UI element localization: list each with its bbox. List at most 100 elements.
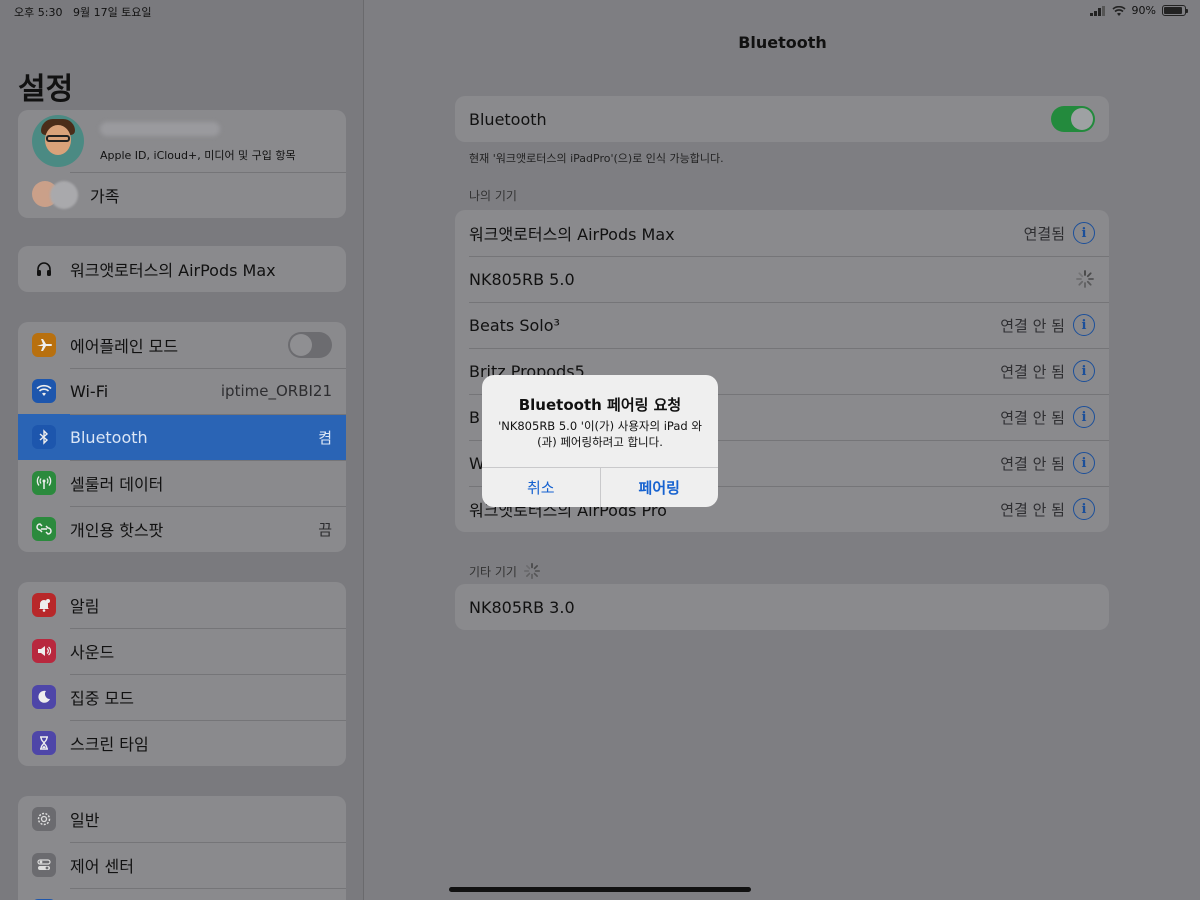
hotspot-state: 끔 [318, 520, 332, 539]
bluetooth-icon [32, 425, 56, 449]
sidebar-item-label: 에어플레인 모드 [70, 337, 179, 356]
pair-button[interactable]: 페어링 [599, 468, 719, 507]
family-avatars [32, 181, 78, 209]
discoverable-note: 현재 '워크앳로터스의 iPadPro'(으)로 인식 가능합니다. [469, 152, 724, 165]
battery-icon [1162, 5, 1188, 16]
bluetooth-toggle-row: Bluetooth [455, 96, 1109, 142]
alert-buttons: 취소 페어링 [482, 467, 718, 507]
info-icon[interactable]: i [1073, 406, 1095, 428]
sidebar-item-label: 사운드 [70, 643, 115, 662]
pairing-request-alert: Bluetooth 페어링 요청 'NK805RB 5.0 '이(가) 사용자의… [482, 375, 718, 507]
loading-spinner-icon [1076, 270, 1094, 288]
sidebar-item-sound[interactable]: 사운드 [18, 628, 346, 674]
info-icon[interactable]: i [1073, 222, 1095, 244]
network-group: 에어플레인 모드 Wi-Fi iptime_ORBI21 Bluetooth 켬… [18, 322, 346, 552]
device-status: 연결 안 됨 [1000, 408, 1065, 427]
sidebar-item-screen-time[interactable]: 스크린 타임 [18, 720, 346, 766]
battery-percent: 90% [1131, 4, 1156, 17]
device-name: B [469, 407, 480, 427]
bluetooth-toggle-label: Bluetooth [469, 109, 547, 129]
device-name: Beats Solo³ [469, 315, 560, 335]
sidebar-item-wifi[interactable]: Wi-Fi iptime_ORBI21 [18, 368, 346, 414]
other-devices-header: 기타 기기 [469, 562, 541, 580]
sidebar-item-airplane-mode[interactable]: 에어플레인 모드 [18, 322, 346, 368]
sidebar-item-label: Bluetooth [70, 427, 148, 447]
sidebar-item-hotspot[interactable]: 개인용 핫스팟 끔 [18, 506, 346, 552]
hourglass-icon [32, 731, 56, 755]
info-icon[interactable]: i [1073, 314, 1095, 336]
bell-icon [32, 593, 56, 617]
bluetooth-state: 켬 [318, 428, 332, 447]
sidebar-item-label: 스크린 타임 [70, 735, 149, 754]
sidebar-item-cellular[interactable]: 셀룰러 데이터 [18, 460, 346, 506]
sidebar-item-label: Wi-Fi [70, 381, 109, 401]
sidebar-item-label: 일반 [70, 811, 100, 830]
switches-icon [32, 853, 56, 877]
wifi-network-name: iptime_ORBI21 [220, 382, 332, 400]
family-row[interactable]: 가족 [18, 172, 346, 218]
sidebar-item-label: 개인용 핫스팟 [70, 521, 164, 540]
device-name: NK805RB 5.0 [469, 269, 575, 289]
status-bar: 오후 5:30 9월 17일 토요일 90% [0, 0, 1200, 22]
notifications-group: 알림 사운드 집중 모드 스크린 타임 [18, 582, 346, 766]
loading-spinner-icon [523, 562, 540, 580]
home-indicator[interactable] [449, 887, 751, 892]
sidebar-item-label: 제어 센터 [70, 857, 134, 876]
sidebar-item-airpods[interactable]: 워크앳로터스의 AirPods Max [18, 246, 346, 292]
device-name: 워크앳로터스의 AirPods Max [469, 225, 675, 244]
device-row[interactable]: 워크앳로터스의 AirPods Max 연결됨 i [455, 210, 1109, 256]
other-devices-list: NK805RB 3.0 [455, 584, 1109, 630]
my-devices-header: 나의 기기 [469, 189, 517, 203]
account-name-redacted [100, 122, 220, 136]
device-row[interactable]: NK805RB 5.0 [455, 256, 1109, 302]
status-time: 오후 5:30 9월 17일 토요일 [14, 6, 152, 19]
device-row[interactable]: NK805RB 3.0 [455, 584, 1109, 630]
info-icon[interactable]: i [1073, 498, 1095, 520]
moon-icon [32, 685, 56, 709]
cancel-button[interactable]: 취소 [482, 468, 600, 507]
speaker-icon [32, 639, 56, 663]
settings-sidebar: 설정 Apple ID, iCloud+, 미디어 및 구입 항목 가족 워크앳… [0, 0, 364, 900]
cellular-signal-icon [1089, 5, 1105, 16]
sidebar-item-partial[interactable] [18, 888, 346, 900]
hotspot-icon [32, 517, 56, 541]
sidebar-item-bluetooth[interactable]: Bluetooth 켬 [18, 414, 346, 460]
bluetooth-toggle[interactable] [1051, 106, 1095, 132]
sidebar-item-label: 집중 모드 [70, 689, 134, 708]
device-row[interactable]: Beats Solo³ 연결 안 됨 i [455, 302, 1109, 348]
apple-id-subtitle: Apple ID, iCloud+, 미디어 및 구입 항목 [100, 149, 296, 162]
sidebar-item-general[interactable]: 일반 [18, 796, 346, 842]
alert-title: Bluetooth 페어링 요청 [518, 396, 682, 414]
device-status: 연결 안 됨 [1000, 454, 1065, 473]
info-icon[interactable]: i [1073, 452, 1095, 474]
general-group: 일반 제어 센터 [18, 796, 346, 900]
alert-message: 'NK805RB 5.0 '이(가) 사용자의 iPad 와(과) 페어링하려고… [498, 419, 702, 449]
headphones-icon [32, 257, 56, 281]
device-status: 연결 안 됨 [1000, 362, 1065, 381]
wifi-status-icon [1112, 5, 1126, 16]
gear-icon [32, 807, 56, 831]
airpods-group: 워크앳로터스의 AirPods Max [18, 246, 346, 292]
sidebar-title: 설정 [18, 72, 74, 107]
sidebar-item-focus[interactable]: 집중 모드 [18, 674, 346, 720]
avatar [32, 115, 84, 167]
sidebar-item-control-center[interactable]: 제어 센터 [18, 842, 346, 888]
sidebar-item-label: 셀룰러 데이터 [70, 475, 164, 494]
family-label: 가족 [90, 187, 120, 206]
device-name: NK805RB 3.0 [469, 597, 575, 617]
apple-id-row[interactable]: Apple ID, iCloud+, 미디어 및 구입 항목 [18, 110, 346, 172]
sidebar-item-notifications[interactable]: 알림 [18, 582, 346, 628]
bluetooth-toggle-card: Bluetooth [455, 96, 1109, 142]
sidebar-item-label: 알림 [70, 597, 100, 616]
sidebar-item-label: 워크앳로터스의 AirPods Max [70, 261, 276, 280]
airplane-icon [32, 333, 56, 357]
status-indicators: 90% [1089, 4, 1188, 17]
account-group: Apple ID, iCloud+, 미디어 및 구입 항목 가족 [18, 110, 346, 218]
device-status: 연결 안 됨 [1000, 316, 1065, 335]
airplane-mode-toggle[interactable] [288, 332, 332, 358]
device-status: 연결됨 [1023, 224, 1065, 243]
page-title: Bluetooth [738, 33, 827, 52]
device-status: 연결 안 됨 [1000, 500, 1065, 519]
info-icon[interactable]: i [1073, 360, 1095, 382]
wifi-icon [32, 379, 56, 403]
